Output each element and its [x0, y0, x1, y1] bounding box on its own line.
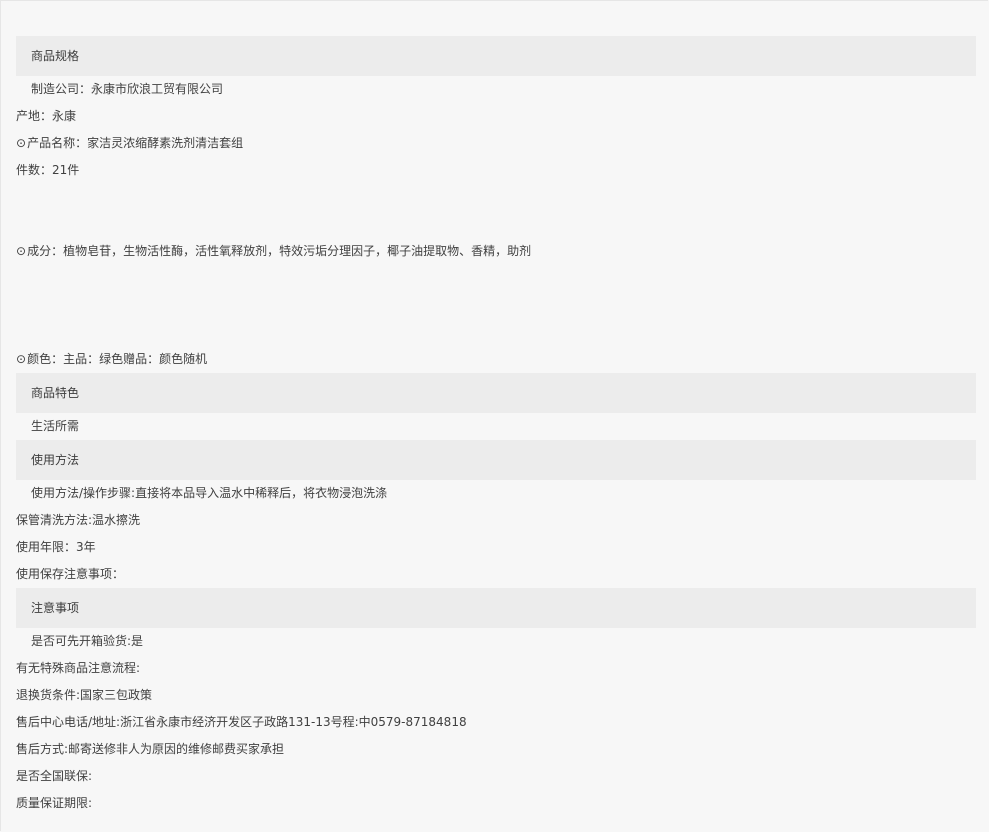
service-years-line: 使用年限：3年 [16, 540, 96, 554]
origin-line: 产地：永康 [16, 109, 77, 123]
return-policy-line: 退换货条件:国家三包政策 [16, 688, 153, 702]
service-method-line: 售后方式:邮寄送修非人为原因的维修邮费买家承担 [16, 742, 285, 756]
features-text: 生活所需 [31, 419, 80, 433]
ingredients-text: 成分：植物皂苷，生物活性酶，活性氧释放剂，特效污垢分理因子，椰子油提取物、香精，… [27, 244, 532, 258]
ingredients-line: ⊙成分：植物皂苷，生物活性酶，活性氧释放剂，特效污垢分理因子，椰子油提取物、香精… [16, 238, 976, 265]
manufacturer-line: 制造公司：永康市欣浪工贸有限公司 [31, 82, 224, 96]
special-process-line: 有无特殊商品注意流程: [16, 661, 141, 675]
national-warranty-line: 是否全国联保: [16, 769, 93, 783]
circle-dot-icon: ⊙ [16, 352, 27, 366]
circle-dot-icon: ⊙ [16, 244, 27, 258]
product-name-text: 产品名称：家洁灵浓缩酵素洗剂清洁套组 [27, 136, 244, 150]
storage-notes-line: 使用保存注意事项： [16, 567, 125, 581]
product-detail-content: 商品规格 制造公司：永康市欣浪工贸有限公司 产地：永康 ⊙产品名称：家洁灵浓缩酵… [16, 36, 976, 817]
section-header-notices: 注意事项 [16, 588, 976, 628]
color-line: ⊙颜色：主品：绿色赠品：颜色随机 [16, 346, 976, 373]
product-name-line: ⊙产品名称：家洁灵浓缩酵素洗剂清洁套组 [16, 130, 976, 157]
usage-steps-line: 使用方法/操作步骤:直接将本品导入温水中稀释后，将衣物浸泡洗涤 [31, 486, 388, 500]
warranty-period-line: 质量保证期限: [16, 796, 93, 810]
pieces-line: 件数：21件 [16, 163, 80, 177]
section-header-specs: 商品规格 [16, 36, 976, 76]
care-method-line: 保管清洗方法:温水擦洗 [16, 513, 141, 527]
section-header-features: 商品特色 [16, 373, 976, 413]
section-header-usage: 使用方法 [16, 440, 976, 480]
circle-dot-icon: ⊙ [16, 136, 27, 150]
color-text: 颜色：主品：绿色赠品：颜色随机 [27, 352, 208, 366]
service-center-line: 售后中心电话/地址:浙江省永康市经济开发区子政路131-13号程:中0579-8… [16, 715, 467, 729]
inspect-before-line: 是否可先开箱验货:是 [31, 634, 144, 648]
